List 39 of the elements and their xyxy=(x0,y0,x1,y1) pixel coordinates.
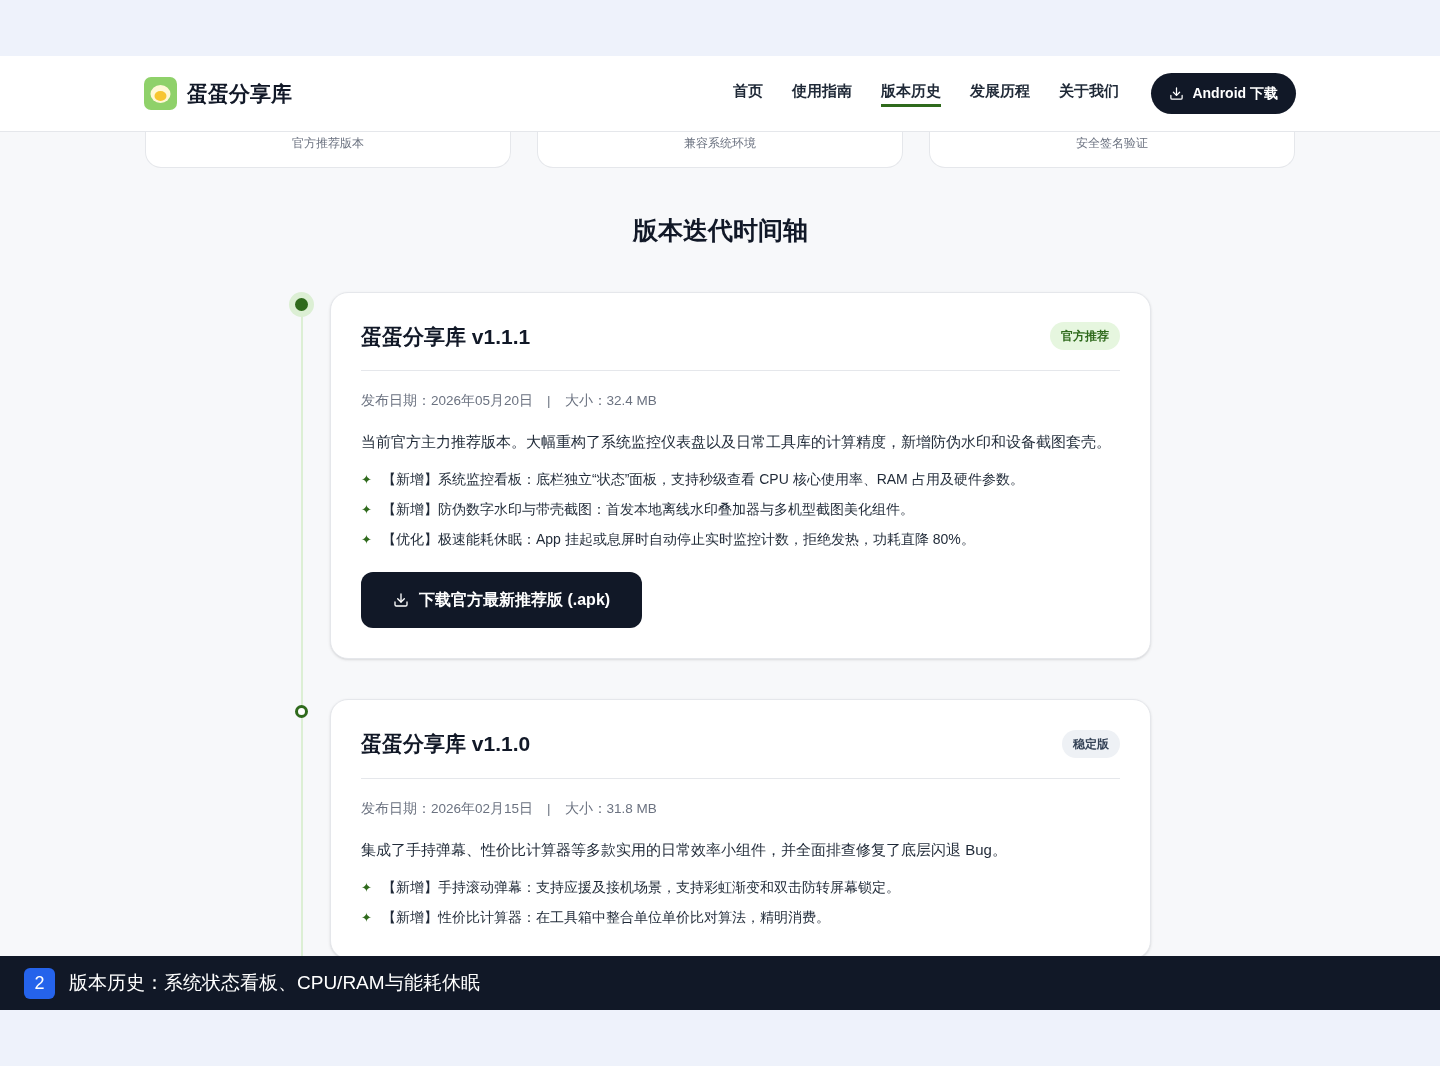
file-size: 大小：31.8 MB xyxy=(564,799,657,818)
sparkle-icon: ✦ xyxy=(361,530,372,550)
change-item: 【新增】手持滚动弹幕：支持应援及接机场景，支持彩虹渐变和双击防转屏幕锁定。 xyxy=(382,878,900,897)
caption-text: 版本历史：系统状态看板、CPU/RAM与能耗休眠 xyxy=(69,970,480,995)
logo-icon xyxy=(144,77,177,110)
change-item: 【新增】防伪数字水印与带壳截图：首发本地离线水印叠加器与多机型截图美化组件。 xyxy=(382,500,914,520)
change-item: 【新增】系统监控看板：底栏独立“状态”面板，支持秒级查看 CPU 核心使用率、RAM 占用及硬件参数。 xyxy=(382,470,1024,490)
section-title: 版本迭代时间轴 xyxy=(631,215,809,246)
nav-link[interactable]: 发展历程 xyxy=(970,79,1031,108)
file-size: 大小：32.4 MB xyxy=(564,392,657,410)
change-item: 【新增】性价比计算器：在工具箱中整合单位单价比对算法，精明消费。 xyxy=(382,908,830,927)
download-icon xyxy=(1169,86,1185,101)
release-date: 发布日期：2026年05月20日 xyxy=(361,392,534,410)
sparkle-icon: ✦ xyxy=(361,500,372,520)
site-name: 蛋蛋分享库 xyxy=(187,80,292,107)
version-title: 蛋蛋分享库 v1.1.1 xyxy=(361,323,531,350)
nav-link[interactable]: 版本历史 xyxy=(881,79,942,108)
nav-link[interactable]: 关于我们 xyxy=(1059,79,1120,108)
version-description: 当前官方主力推荐版本。大幅重构了系统监控仪表盘以及日常工具库的计算精度，新增防伪水印和设备截图套壳。 xyxy=(361,432,1112,453)
release-date: 发布日期：2026年02月15日 xyxy=(361,799,534,818)
meta-separator: | xyxy=(547,392,551,410)
android-download-button[interactable]: Android 下载 xyxy=(1151,73,1296,114)
feature-label: 兼容系统环境 xyxy=(684,135,756,152)
download-icon xyxy=(393,592,409,609)
sparkle-icon: ✦ xyxy=(361,470,372,490)
download-apk-button[interactable]: 下载官方最新推荐版 (.apk) xyxy=(361,572,643,629)
change-item: 【优化】极速能耗休眠：App 挂起或息屏时自动停止实时监控计数，拒绝发热，功耗直降 80%。 xyxy=(382,530,975,550)
feature-label: 官方推荐版本 xyxy=(292,135,364,152)
version-badge: 稳定版 xyxy=(1062,730,1120,758)
caption-number: 2 xyxy=(24,967,55,999)
sparkle-icon: ✦ xyxy=(361,877,372,898)
version-description: 集成了手持弹幕、性价比计算器等多款实用的日常效率小组件，并全面排查修复了底层闪退 Bug。 xyxy=(361,840,1008,860)
sparkle-icon: ✦ xyxy=(361,907,372,928)
feature-label: 安全签名验证 xyxy=(1076,135,1148,152)
nav-link[interactable]: 使用指南 xyxy=(792,79,853,108)
version-title: 蛋蛋分享库 v1.1.0 xyxy=(361,731,531,758)
nav-link[interactable]: 首页 xyxy=(733,79,764,108)
version-badge: 官方推荐 xyxy=(1050,322,1120,351)
meta-separator: | xyxy=(547,799,551,818)
